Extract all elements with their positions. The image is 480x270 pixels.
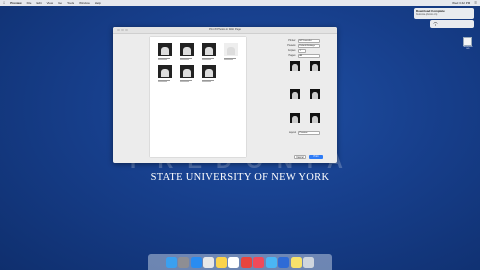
photo-thumbnail bbox=[180, 43, 194, 62]
window-titlebar: Print 8 Photos in Web Page bbox=[113, 27, 337, 34]
print-button[interactable]: Print bbox=[309, 155, 323, 159]
dock-launchpad-icon[interactable] bbox=[178, 256, 190, 268]
printer-label: Printer: bbox=[288, 39, 296, 43]
background-wordmark: STATE UNIVERSITY OF NEW YORK bbox=[150, 172, 330, 183]
photo-thumbnail bbox=[158, 65, 172, 84]
menu-view[interactable]: View bbox=[47, 1, 53, 5]
dock-mail-icon[interactable] bbox=[203, 256, 215, 268]
menu-help[interactable]: Help bbox=[95, 1, 101, 5]
drive-icon bbox=[463, 37, 472, 46]
layout-option-image[interactable] bbox=[290, 113, 300, 123]
dock-notes-icon[interactable] bbox=[290, 256, 302, 268]
dock-music-icon[interactable] bbox=[253, 256, 265, 268]
menu-edit[interactable]: Edit bbox=[36, 1, 41, 5]
copies-row: Copies: 1 bbox=[286, 49, 306, 53]
notification-body: fredonia-photos.zip bbox=[416, 13, 438, 16]
menu-tools[interactable]: Tools bbox=[67, 1, 74, 5]
dock-help-icon[interactable] bbox=[278, 256, 290, 268]
layout-label: Layout bbox=[288, 131, 296, 135]
print-options-panel: Printer: HP LaserJet Presets: Default Se… bbox=[286, 39, 334, 159]
layout-option-image[interactable] bbox=[310, 113, 320, 123]
dock-preview-icon[interactable] bbox=[265, 256, 277, 268]
menu-bar:  Preview File Edit View Go Tools Window… bbox=[0, 0, 480, 6]
menu-go[interactable]: Go bbox=[58, 1, 62, 5]
presets-label: Presets: bbox=[287, 44, 296, 48]
desktop-drive-label: Macintosh HD bbox=[463, 46, 473, 50]
notification-banner-secondary[interactable] bbox=[430, 20, 474, 28]
copies-field[interactable]: 1 bbox=[297, 49, 306, 53]
cancel-button[interactable]: Cancel bbox=[294, 155, 306, 159]
pages-select[interactable]: All bbox=[297, 54, 320, 58]
notification-banner[interactable]: Download Complete fredonia-photos.zip bbox=[414, 8, 474, 19]
print-dialog-window: Print 8 Photos in Web Page Printer: HP L… bbox=[113, 27, 337, 163]
desktop-drive-icon[interactable]: Macintosh HD bbox=[463, 37, 473, 50]
photo-thumbnail bbox=[158, 43, 172, 62]
printer-select[interactable]: HP LaserJet bbox=[297, 39, 320, 43]
presets-row: Presets: Default Settings bbox=[286, 44, 320, 48]
menu-window[interactable]: Window bbox=[79, 1, 90, 5]
menu-file[interactable]: File bbox=[27, 1, 32, 5]
photo-thumbnail bbox=[180, 65, 194, 84]
layout-row: Layout Preview bbox=[286, 131, 320, 135]
photo-thumbnail bbox=[202, 43, 216, 62]
dock-chrome-icon[interactable] bbox=[240, 256, 252, 268]
copies-label: Copies: bbox=[287, 49, 296, 53]
menu-clock[interactable]: Wed 3:42 PM bbox=[452, 1, 470, 5]
photo-thumbnail bbox=[202, 65, 216, 84]
wifi-icon bbox=[433, 22, 438, 26]
layout-select[interactable]: Preview bbox=[297, 131, 320, 135]
pages-row: Pages: All bbox=[286, 54, 320, 58]
window-title: Print 8 Photos in Web Page bbox=[209, 28, 241, 31]
menu-app-name[interactable]: Preview bbox=[10, 1, 21, 5]
layout-option-image[interactable] bbox=[290, 61, 300, 71]
dock-photos-icon[interactable] bbox=[215, 256, 227, 268]
dock-safari-icon[interactable] bbox=[190, 256, 202, 268]
pages-label: Pages: bbox=[288, 54, 296, 58]
photo-thumbnail bbox=[224, 43, 238, 62]
dock-trash-icon[interactable] bbox=[303, 256, 315, 268]
menu-list-icon[interactable]: ☰ bbox=[474, 1, 477, 5]
dock-finder-icon[interactable] bbox=[165, 256, 177, 268]
printer-row: Printer: HP LaserJet bbox=[286, 39, 320, 43]
dock-calendar-icon[interactable] bbox=[228, 256, 240, 268]
print-preview-page bbox=[150, 37, 246, 157]
layout-option-image[interactable] bbox=[290, 89, 300, 99]
layout-option-image[interactable] bbox=[310, 61, 320, 71]
layout-option-image[interactable] bbox=[310, 89, 320, 99]
dock bbox=[148, 254, 332, 270]
apple-menu-icon[interactable]:  bbox=[3, 1, 5, 5]
presets-select[interactable]: Default Settings bbox=[297, 44, 320, 48]
